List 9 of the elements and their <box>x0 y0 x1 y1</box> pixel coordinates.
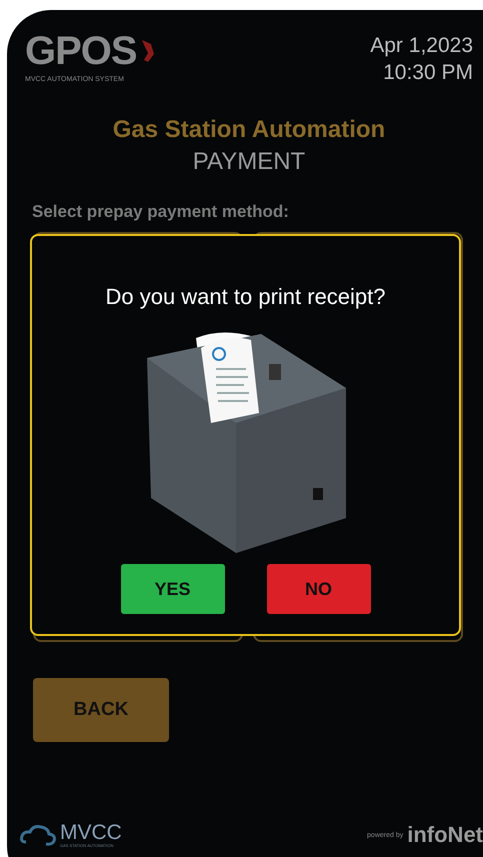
brand-name: MVCC <box>60 822 122 843</box>
time-text: 10:30 PM <box>382 60 473 86</box>
logo-text: GPOS <box>25 30 137 72</box>
dialog-question: Do you want to print receipt? <box>105 284 386 310</box>
app-title: Gas Station Automation <box>112 116 386 144</box>
partner-logo-text: infoNet <box>407 822 483 848</box>
page-title: PAYMENT <box>192 148 306 176</box>
prompt-text: Select prepay payment method: <box>32 202 290 222</box>
date-text: Apr 1,2023 <box>370 33 473 59</box>
